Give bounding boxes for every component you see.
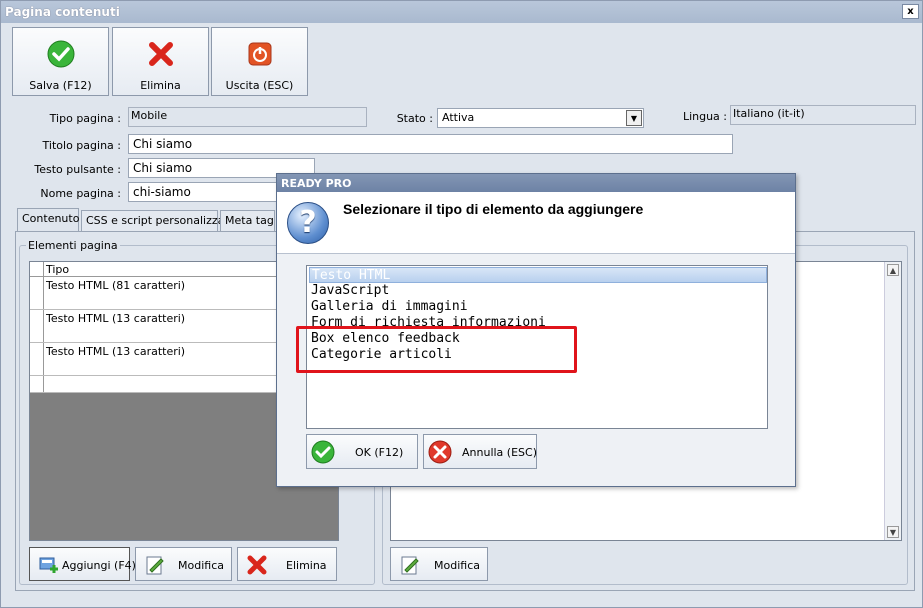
edit-preview-button[interactable]: Modifica [390, 547, 488, 581]
grid-column-tipo: Tipo [46, 263, 70, 276]
status-select[interactable]: Attiva ▼ [437, 108, 644, 128]
page-title-label: Titolo pagina : [42, 139, 121, 152]
cancel-button-label: Annulla (ESC) [462, 446, 537, 459]
checkmark-icon [47, 40, 75, 68]
page-name-label: Nome pagina : [40, 187, 121, 200]
list-item[interactable]: Testo HTML [309, 267, 767, 283]
list-item[interactable]: JavaScript [309, 283, 767, 299]
red-x-icon [149, 42, 173, 66]
page-type-label: Tipo pagina : [49, 112, 121, 125]
edit-element-button[interactable]: Modifica [135, 547, 232, 581]
chevron-down-icon[interactable]: ▼ [626, 110, 642, 126]
row-type-cell: Testo HTML (13 caratteri) [46, 345, 186, 358]
ok-button[interactable]: OK (F12) [306, 434, 418, 469]
exit-button-label: Uscita (ESC) [225, 79, 294, 92]
checkmark-icon [311, 440, 335, 464]
row-selector[interactable] [30, 343, 44, 375]
add-element-label: Aggiungi (F4) [62, 559, 136, 572]
tab-contenuto[interactable]: Contenuto [17, 208, 79, 232]
add-element-button[interactable]: Aggiungi (F4) [29, 547, 136, 581]
exit-button[interactable]: Uscita (ESC) [211, 27, 308, 96]
edit-icon [401, 556, 419, 575]
red-x-icon [247, 555, 267, 575]
cancel-icon [428, 440, 452, 464]
page-type-field: Mobile [128, 107, 367, 127]
tab-meta-tag[interactable]: Meta tag [220, 210, 275, 232]
page-elements-title: Elementi pagina [26, 239, 120, 252]
dialog-header: ? Selezionare il tipo di elemento da agg… [277, 192, 795, 254]
add-element-icon [39, 557, 58, 573]
ok-button-label: OK (F12) [355, 446, 404, 459]
save-button[interactable]: Salva (F12) [12, 27, 109, 96]
delete-element-label: Elimina [286, 559, 327, 572]
scroll-up-icon[interactable]: ▲ [887, 264, 899, 276]
grid-header-selector [30, 262, 44, 276]
list-item[interactable]: Galleria di immagini [309, 299, 767, 315]
delete-button[interactable]: Elimina [112, 27, 209, 96]
cancel-button[interactable]: Annulla (ESC) [423, 434, 537, 469]
row-selector[interactable] [30, 310, 44, 342]
status-select-value: Attiva [442, 111, 475, 124]
power-icon [248, 42, 272, 66]
edit-element-label: Modifica [178, 559, 224, 572]
row-type-cell: Testo HTML (81 caratteri) [46, 279, 186, 292]
window-title: Pagina contenuti [5, 5, 120, 19]
question-icon: ? [287, 202, 329, 244]
row-selector[interactable] [30, 277, 44, 309]
dialog-title: READY PRO [277, 174, 795, 192]
scroll-down-icon[interactable]: ▼ [887, 526, 899, 538]
row-selector[interactable] [30, 376, 44, 392]
save-button-label: Salva (F12) [29, 79, 92, 92]
row-type-cell: Testo HTML (13 caratteri) [46, 312, 186, 325]
tab-css-script[interactable]: CSS e script personalizzati [81, 210, 232, 232]
dialog-message: Selezionare il tipo di elemento da aggiu… [343, 201, 644, 217]
edit-preview-label: Modifica [434, 559, 480, 572]
edit-icon [146, 556, 164, 575]
delete-button-label: Elimina [140, 79, 181, 92]
window-titlebar: Pagina contenuti x [1, 1, 922, 23]
language-label: Lingua : [682, 110, 727, 123]
button-text-label: Testo pulsante : [34, 163, 121, 176]
highlight-annotation [296, 326, 577, 373]
close-icon[interactable]: x [902, 4, 919, 19]
language-field: Italiano (it-it) [730, 105, 916, 125]
status-label: Stato : [396, 112, 433, 125]
element-type-dialog: READY PRO ? Selezionare il tipo di eleme… [276, 173, 796, 487]
page-title-input[interactable]: Chi siamo [128, 134, 733, 154]
delete-element-button[interactable]: Elimina [237, 547, 337, 581]
vertical-scrollbar[interactable]: ▲ ▼ [884, 262, 901, 540]
